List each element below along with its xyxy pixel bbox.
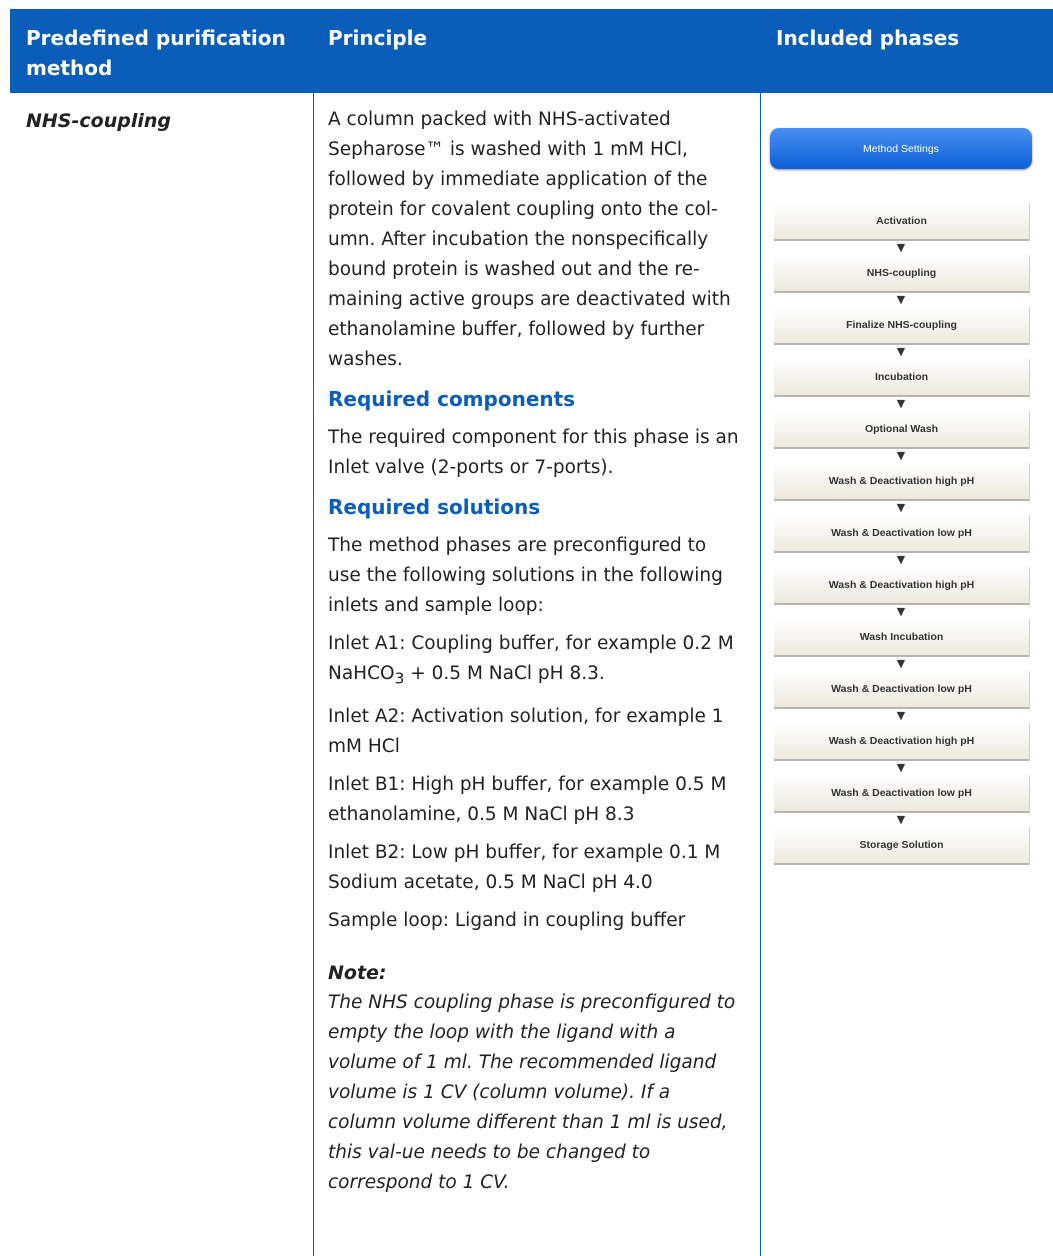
- arrow-down-icon: ▼: [896, 397, 906, 410]
- arrow-down-icon: ▼: [896, 293, 906, 306]
- solutions-heading: Required solutions: [328, 495, 541, 519]
- arrow-down-icon: ▼: [896, 813, 906, 826]
- arrow-down-icon: ▼: [896, 345, 906, 358]
- phase-wash-incubation[interactable]: Wash Incubation: [774, 619, 1030, 657]
- phase-wash-deactivation-low-ph[interactable]: Wash & Deactivation low pH: [774, 671, 1030, 709]
- solutions-intro: The method phases are preconfigured to u…: [328, 535, 723, 616]
- phase-storage-solution[interactable]: Storage Solution: [774, 827, 1030, 865]
- phase-activation[interactable]: Activation: [774, 203, 1030, 241]
- note-heading: Note:: [328, 961, 387, 984]
- inlet-b2: Inlet B2: Low pH buffer, for example 0.1…: [328, 841, 721, 893]
- arrow-down-icon: ▼: [896, 605, 906, 618]
- phase-wash-deactivation-high-ph[interactable]: Wash & Deactivation high pH: [774, 567, 1030, 605]
- phase-nhs-coupling[interactable]: NHS-coupling: [774, 255, 1030, 293]
- phase-wash-deactivation-high-ph[interactable]: Wash & Deactivation high pH: [774, 463, 1030, 501]
- phase-list: Method Settings Activation ▼ NHS-couplin…: [770, 128, 1032, 865]
- table-header: Predefined purification method Principle…: [10, 9, 1053, 93]
- inlet-a2: Inlet A2: Activation solution, for examp…: [328, 705, 724, 757]
- phase-optional-wash[interactable]: Optional Wash: [774, 411, 1030, 449]
- column-divider: [760, 93, 761, 1256]
- method-name: NHS-coupling: [26, 110, 171, 132]
- phase-incubation[interactable]: Incubation: [774, 359, 1030, 397]
- header-included-phases: Included phases: [776, 26, 960, 50]
- principle-intro: A column packed with NHS-activated Sepha…: [328, 109, 731, 370]
- arrow-down-icon: ▼: [896, 449, 906, 462]
- phase-wash-deactivation-low-ph[interactable]: Wash & Deactivation low pH: [774, 775, 1030, 813]
- note-text: The NHS coupling phase is preconfigured …: [328, 991, 736, 1193]
- arrow-down-icon: ▼: [896, 761, 906, 774]
- inlet-a1: Inlet A1: Coupling buffer, for example 0…: [328, 633, 734, 688]
- header-principle: Principle: [328, 26, 428, 50]
- components-heading: Required components: [328, 387, 576, 411]
- header-method: Predefined purification method: [26, 26, 286, 80]
- arrow-down-icon: ▼: [896, 553, 906, 566]
- arrow-down-icon: ▼: [896, 501, 906, 514]
- phase-wash-deactivation-low-ph[interactable]: Wash & Deactivation low pH: [774, 515, 1030, 553]
- phase-wash-deactivation-high-ph[interactable]: Wash & Deactivation high pH: [774, 723, 1030, 761]
- principle-cell: A column packed with NHS-activated Sepha…: [328, 105, 743, 1198]
- arrow-down-icon: ▼: [896, 709, 906, 722]
- inlet-b1: Inlet B1: High pH buffer, for example 0.…: [328, 773, 727, 825]
- components-text: The required component for this phase is…: [328, 427, 739, 478]
- phase-finalize-nhs-coupling[interactable]: Finalize NHS-coupling: [774, 307, 1030, 345]
- arrow-down-icon: ▼: [896, 657, 906, 670]
- column-divider: [313, 93, 314, 1256]
- arrow-down-icon: ▼: [896, 241, 906, 254]
- method-settings-button[interactable]: Method Settings: [770, 128, 1032, 169]
- sample-loop: Sample loop: Ligand in coupling buffer: [328, 909, 686, 931]
